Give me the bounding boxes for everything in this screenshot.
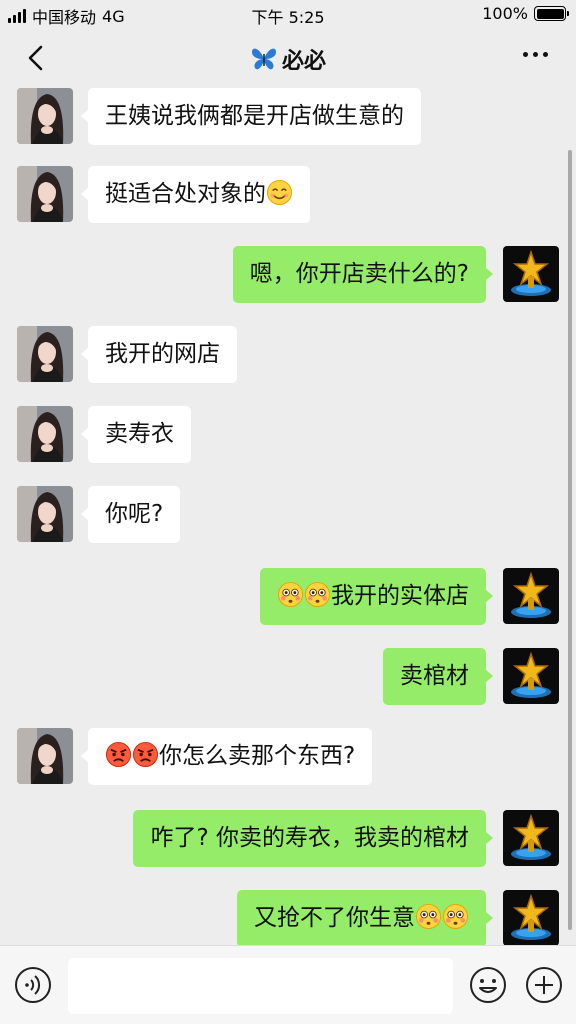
voice-icon — [15, 967, 51, 1003]
angry-emoji-icon — [105, 741, 132, 768]
contact-avatar[interactable] — [17, 486, 73, 542]
message-input[interactable] — [68, 958, 453, 1014]
my-avatar[interactable] — [503, 568, 559, 624]
message-bubble[interactable]: 又抢不了你生意 — [237, 890, 493, 945]
my-avatar[interactable] — [503, 246, 559, 302]
message-bubble[interactable]: 王姨说我俩都是开店做生意的 — [81, 88, 421, 145]
chat-title-text: 必必 — [281, 49, 326, 74]
input-bar — [0, 945, 576, 1024]
message-text: 你怎么卖那个东西? — [159, 743, 356, 769]
my-avatar[interactable] — [503, 810, 559, 866]
message-text: 你呢? — [105, 501, 164, 527]
message-bubble[interactable]: 我开的网店 — [81, 326, 237, 383]
flushed-emoji-icon — [442, 903, 469, 930]
sent-message: 卖棺材 — [0, 648, 576, 708]
message-bubble[interactable]: 挺适合处对象的 — [81, 166, 310, 223]
message-text: 又抢不了你生意 — [254, 905, 415, 931]
message-text: 卖棺材 — [400, 663, 469, 689]
plus-icon — [526, 967, 562, 1003]
emoji-icon — [470, 967, 506, 1003]
message-bubble[interactable]: 嗯，你开店卖什么的? — [232, 246, 494, 303]
message-text: 嗯，你开店卖什么的? — [249, 261, 469, 287]
received-message: 王姨说我俩都是开店做生意的 — [0, 88, 576, 148]
scrollbar[interactable] — [568, 150, 572, 930]
my-avatar[interactable] — [503, 648, 559, 704]
sent-message: 嗯，你开店卖什么的? — [0, 246, 576, 306]
battery-percent: 100% — [482, 4, 528, 23]
more-options-button[interactable] — [523, 52, 548, 57]
received-message: 我开的网店 — [0, 326, 576, 386]
contact-avatar[interactable] — [17, 88, 73, 144]
message-text: 咋了? 你卖的寿衣，我卖的棺材 — [150, 825, 469, 851]
sent-message: 我开的实体店 — [0, 568, 576, 628]
flushed-emoji-icon — [277, 581, 304, 608]
status-bar: 中国移动 4G 下午 5:25 100% — [0, 0, 576, 30]
status-right: 100% — [482, 4, 569, 23]
battery-icon — [534, 6, 569, 21]
sent-message: 又抢不了你生意 — [0, 890, 576, 945]
message-list[interactable]: 王姨说我俩都是开店做生意的 挺适合处对象的嗯，你开店卖什么的? 我开的网店卖寿衣你呢… — [0, 88, 576, 945]
emoji-button[interactable] — [469, 966, 507, 1004]
message-bubble[interactable]: 卖寿衣 — [81, 406, 191, 463]
received-message: 挺适合处对象的 — [0, 166, 576, 226]
message-bubble[interactable]: 你呢? — [80, 486, 181, 543]
message-bubble[interactable]: 卖棺材 — [383, 648, 493, 705]
voice-button[interactable] — [14, 966, 52, 1004]
message-bubble[interactable]: 咋了? 你卖的寿衣，我卖的棺材 — [133, 810, 493, 867]
angry-emoji-icon — [132, 741, 159, 768]
message-bubble[interactable]: 我开的实体店 — [260, 568, 493, 625]
contact-avatar[interactable] — [17, 326, 73, 382]
message-text: 我开的实体店 — [331, 583, 469, 609]
message-text: 王姨说我俩都是开店做生意的 — [105, 103, 404, 129]
my-avatar[interactable] — [503, 890, 559, 945]
contact-avatar[interactable] — [17, 166, 73, 222]
message-text: 我开的网店 — [105, 341, 220, 367]
butterfly-icon — [251, 48, 276, 70]
flushed-emoji-icon — [304, 581, 331, 608]
contact-avatar[interactable] — [17, 406, 73, 462]
sent-message: 咋了? 你卖的寿衣，我卖的棺材 — [0, 810, 576, 870]
received-message: 你怎么卖那个东西? — [0, 728, 576, 788]
plus-button[interactable] — [525, 966, 563, 1004]
received-message: 卖寿衣 — [0, 406, 576, 466]
chat-title: 必必 — [0, 43, 576, 75]
message-bubble[interactable]: 你怎么卖那个东西? — [80, 728, 373, 785]
smile-emoji-icon — [266, 179, 293, 206]
flushed-emoji-icon — [415, 903, 442, 930]
contact-avatar[interactable] — [17, 728, 73, 784]
message-text: 挺适合处对象的 — [105, 181, 266, 207]
nav-bar: 必必 — [0, 30, 576, 88]
received-message: 你呢? — [0, 486, 576, 546]
message-text: 卖寿衣 — [105, 421, 174, 447]
